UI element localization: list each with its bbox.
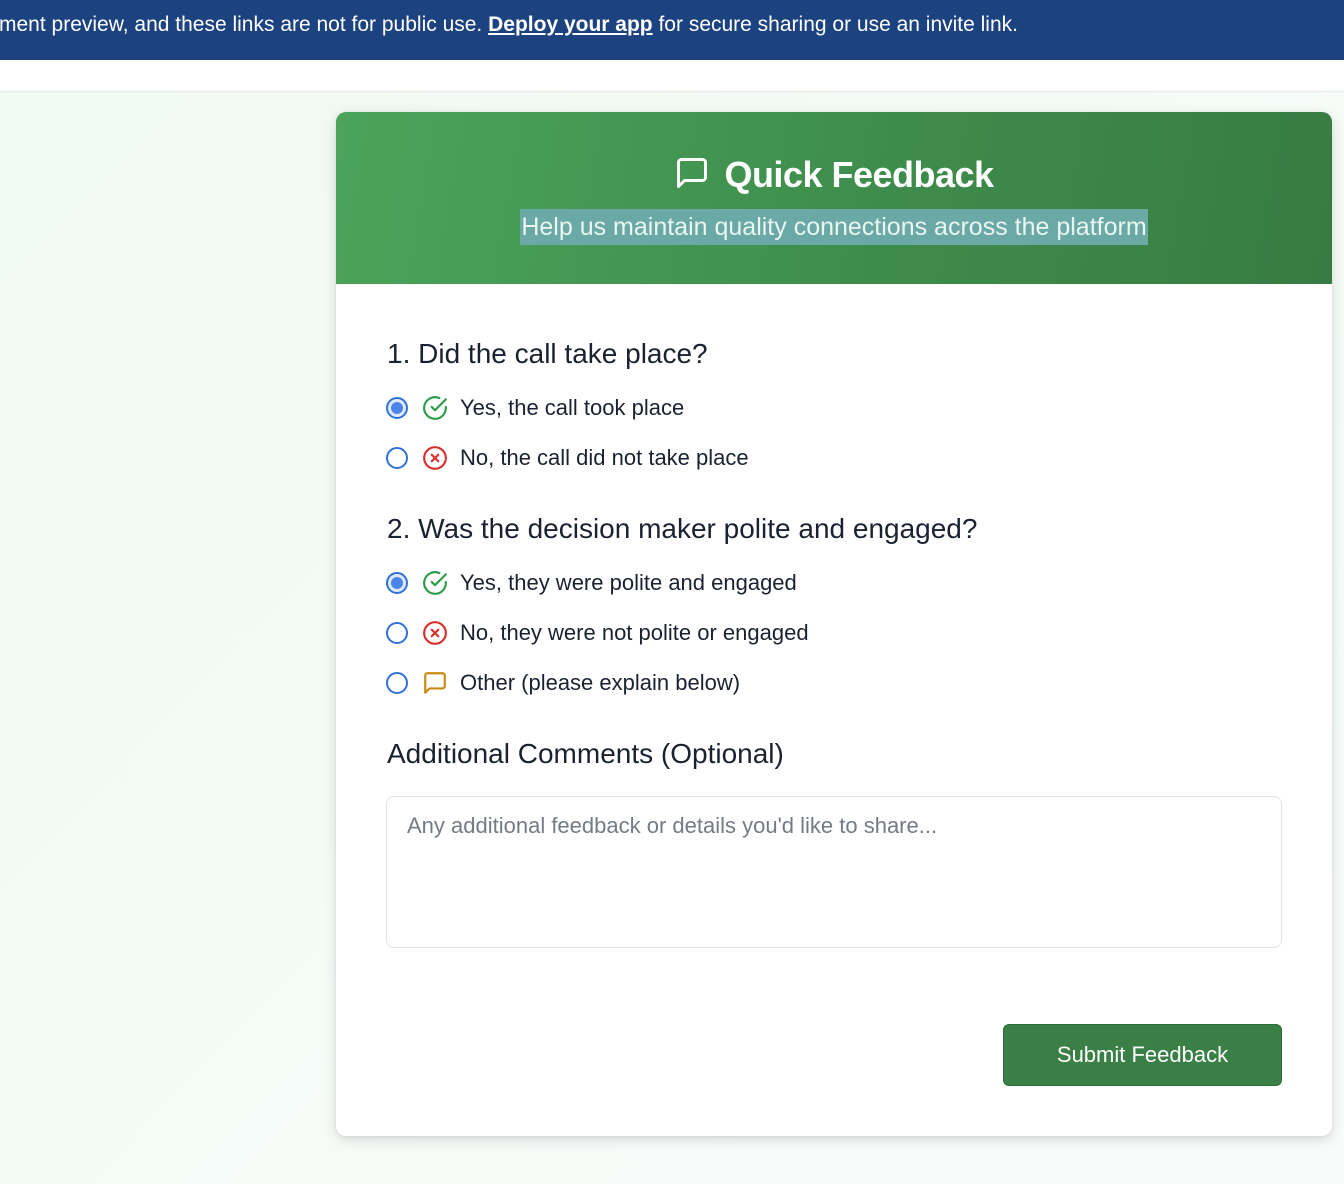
check-circle-icon (422, 570, 448, 596)
q1-option-no[interactable]: No, the call did not take place (386, 443, 749, 473)
option-label: Yes, the call took place (460, 395, 685, 420)
option-label: Other (please explain below) (460, 670, 741, 695)
deploy-app-link[interactable]: Deploy your app (488, 13, 653, 36)
option-label: No, they were not polite or engaged (460, 620, 809, 645)
radio-button[interactable] (386, 622, 408, 644)
x-circle-icon (422, 620, 448, 646)
message-square-icon (674, 155, 710, 196)
q2-option-other[interactable]: Other (please explain below) (386, 668, 740, 698)
comments-title: Additional Comments (Optional) (387, 738, 784, 769)
x-circle-icon (422, 445, 448, 471)
page-title: Quick Feedback (724, 154, 994, 195)
banner-text-start: ment preview, and these links are not fo… (0, 13, 489, 36)
question-1-title: 1. Did the call take place? (387, 338, 708, 369)
submit-feedback-button[interactable]: Submit Feedback (1003, 1024, 1282, 1086)
radio-button[interactable] (386, 447, 408, 469)
card-header: Quick Feedback Help us maintain quality … (336, 112, 1332, 284)
preview-warning-banner: ment preview, and these links are not fo… (0, 0, 1344, 60)
q1-option-yes[interactable]: Yes, the call took place (386, 393, 684, 423)
q2-option-no[interactable]: No, they were not polite or engaged (386, 618, 809, 648)
option-label: Yes, they were polite and engaged (460, 570, 797, 595)
feedback-card: Quick Feedback Help us maintain quality … (336, 112, 1332, 1136)
question-2-title: 2. Was the decision maker polite and eng… (387, 513, 978, 544)
radio-button[interactable] (386, 572, 408, 594)
radio-button[interactable] (386, 397, 408, 419)
radio-button[interactable] (386, 672, 408, 694)
banner-text-end: for secure sharing or use an invite link… (652, 13, 1018, 36)
comments-textarea[interactable] (386, 796, 1282, 948)
q2-option-yes[interactable]: Yes, they were polite and engaged (386, 568, 797, 598)
page-subtitle: Help us maintain quality connections acr… (520, 209, 1148, 245)
message-square-icon (422, 670, 448, 696)
check-circle-icon (422, 395, 448, 421)
top-bar (0, 60, 1344, 92)
option-label: No, the call did not take place (460, 445, 749, 470)
